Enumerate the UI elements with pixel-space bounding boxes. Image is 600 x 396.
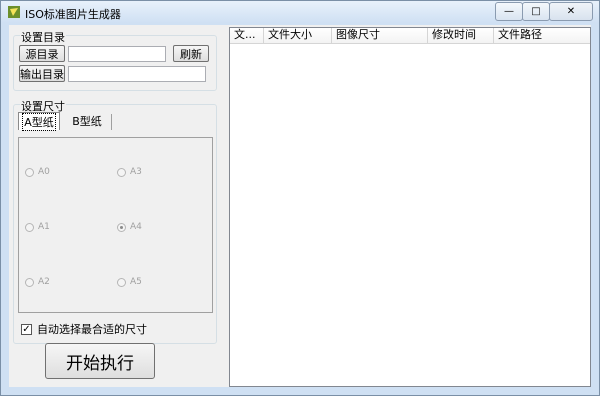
radio-a5[interactable]: A5 bbox=[117, 277, 142, 287]
window-title: ISO标准图片生成器 bbox=[25, 8, 121, 21]
radio-a3-label: A3 bbox=[130, 167, 142, 177]
close-button[interactable]: ✕ bbox=[549, 2, 593, 21]
source-directory-button[interactable]: 源目录 bbox=[19, 45, 65, 62]
app-window: ISO标准图片生成器 — □ ✕ 设置目录 源目录 刷新 输出目录 设置尺寸 A… bbox=[0, 0, 600, 396]
tab-b-paper-label: B型纸 bbox=[72, 115, 102, 128]
minimize-icon: — bbox=[504, 6, 514, 17]
radio-a4-label: A4 bbox=[130, 222, 142, 232]
radio-a4[interactable]: A4 bbox=[117, 222, 142, 232]
tab-b-paper[interactable]: B型纸 bbox=[64, 112, 110, 130]
column-header-modified[interactable]: 修改时间 bbox=[428, 28, 494, 43]
radio-a3-indicator bbox=[117, 167, 126, 177]
start-button[interactable]: 开始执行 bbox=[45, 343, 155, 379]
a-paper-panel: A0 A3 A1 A4 A2 A5 bbox=[18, 137, 213, 313]
column-header-dimensions[interactable]: 图像尺寸 bbox=[332, 28, 428, 43]
file-list[interactable]: 文... 文件大小 图像尺寸 修改时间 文件路径 bbox=[229, 27, 591, 387]
radio-a2-indicator bbox=[25, 277, 34, 287]
output-directory-input[interactable] bbox=[68, 66, 206, 82]
file-list-header: 文... 文件大小 图像尺寸 修改时间 文件路径 bbox=[230, 28, 590, 44]
client-area: 设置目录 源目录 刷新 输出目录 设置尺寸 A型纸 B型纸 A0 A3 A1 A… bbox=[9, 25, 591, 387]
radio-a1[interactable]: A1 bbox=[25, 222, 50, 232]
radio-a0-label: A0 bbox=[38, 167, 50, 177]
radio-a0[interactable]: A0 bbox=[25, 167, 50, 177]
tab-a-paper[interactable]: A型纸 bbox=[18, 112, 60, 131]
radio-a2-label: A2 bbox=[38, 277, 50, 287]
column-header-path[interactable]: 文件路径 bbox=[494, 28, 590, 43]
maximize-button[interactable]: □ bbox=[522, 2, 550, 21]
minimize-button[interactable]: — bbox=[495, 2, 523, 21]
column-header-size[interactable]: 文件大小 bbox=[264, 28, 332, 43]
auto-fit-label: 自动选择最合适的尺寸 bbox=[37, 323, 147, 336]
output-directory-button[interactable]: 输出目录 bbox=[19, 65, 65, 82]
radio-a5-label: A5 bbox=[130, 277, 142, 287]
column-header-name[interactable]: 文... bbox=[230, 28, 264, 43]
tab-a-paper-label: A型纸 bbox=[22, 112, 56, 131]
radio-a3[interactable]: A3 bbox=[117, 167, 142, 177]
app-logo-icon bbox=[8, 6, 20, 18]
close-icon: ✕ bbox=[566, 6, 576, 17]
radio-a1-label: A1 bbox=[38, 222, 50, 232]
radio-a4-indicator bbox=[117, 222, 126, 232]
tab-separator bbox=[111, 114, 112, 130]
refresh-button[interactable]: 刷新 bbox=[173, 45, 209, 62]
maximize-icon: □ bbox=[531, 6, 541, 17]
size-group: 设置尺寸 A型纸 B型纸 A0 A3 A1 A4 A2 A5 bbox=[13, 98, 217, 344]
radio-a0-indicator bbox=[25, 167, 34, 177]
directory-group-legend: 设置目录 bbox=[20, 29, 66, 45]
checkmark-icon: ✓ bbox=[21, 323, 32, 335]
auto-fit-checkbox[interactable]: ✓ 自动选择最合适的尺寸 bbox=[21, 321, 147, 337]
source-directory-input[interactable] bbox=[68, 46, 166, 62]
title-bar[interactable]: ISO标准图片生成器 — □ ✕ bbox=[1, 1, 599, 23]
directory-group: 设置目录 源目录 刷新 输出目录 bbox=[13, 29, 217, 91]
radio-a1-indicator bbox=[25, 222, 34, 232]
radio-a5-indicator bbox=[117, 277, 126, 287]
radio-a2[interactable]: A2 bbox=[25, 277, 50, 287]
